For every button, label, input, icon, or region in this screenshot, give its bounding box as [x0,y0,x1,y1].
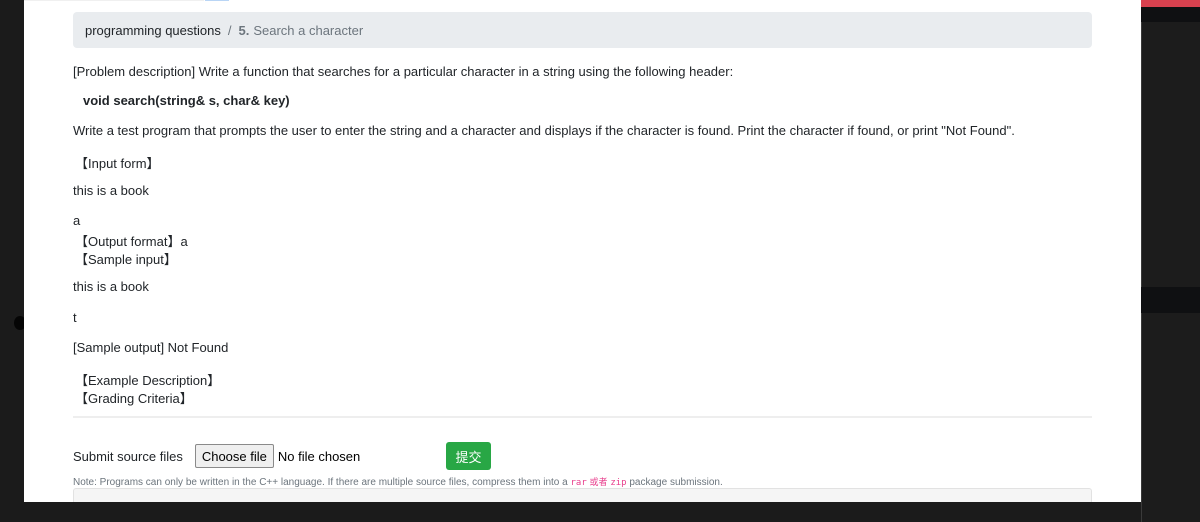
sample-input-label: 【Sample input】 [75,252,177,267]
code-textarea[interactable] [73,488,1092,502]
window-edge [1141,0,1142,522]
function-header: void search(string& s, char& key) [83,93,290,108]
submit-button[interactable]: 提交 [446,442,491,470]
submit-label: Submit source files [73,448,183,464]
background-bar [1141,287,1200,313]
note-code-zip: zip [610,478,627,488]
note-code-or: 或者 [589,478,608,488]
top-tab-edge [24,0,204,1]
note-text-suffix: package submission. [626,477,723,488]
sample-input-line: this is a book [73,279,149,294]
submission-note: Note: Programs can only be written in th… [73,475,723,488]
grading-criteria-label: 【Grading Criteria】 [75,391,193,406]
note-text: Note: Programs can only be written in th… [73,477,571,488]
breadcrumb-current: Search a character [253,22,364,38]
note-code-rar: rar [570,478,587,488]
breadcrumb: programming questions / 5. Search a char… [73,12,1092,48]
breadcrumb-separator: / [227,22,232,38]
output-format: 【Output format】a [75,234,188,249]
file-status: No file chosen [277,448,361,464]
sample-output: [Sample output] Not Found [73,340,229,355]
problem-description: [Problem description] Write a function t… [73,64,734,79]
section-divider [73,416,1092,418]
top-tab-highlight [205,0,229,1]
example-description-label: 【Example Description】 [75,373,221,388]
breadcrumb-parent-link[interactable]: programming questions [85,23,221,38]
input-form-line: a [73,213,81,228]
submit-form: Submit source files Choose file No file … [73,442,503,470]
sample-input-line: t [73,310,77,325]
choose-file-button[interactable]: Choose file [194,444,274,468]
problem-instructions: Write a test program that prompts the us… [73,123,1015,138]
breadcrumb-problem-number: 5. [238,22,250,38]
problem-panel: programming questions / 5. Search a char… [24,0,1141,502]
input-form-label: 【Input form】 [75,156,160,171]
input-form-line: this is a book [73,183,149,198]
background-bar [1141,7,1200,22]
accent-bar [1141,0,1200,7]
background-window-right [1141,0,1200,522]
